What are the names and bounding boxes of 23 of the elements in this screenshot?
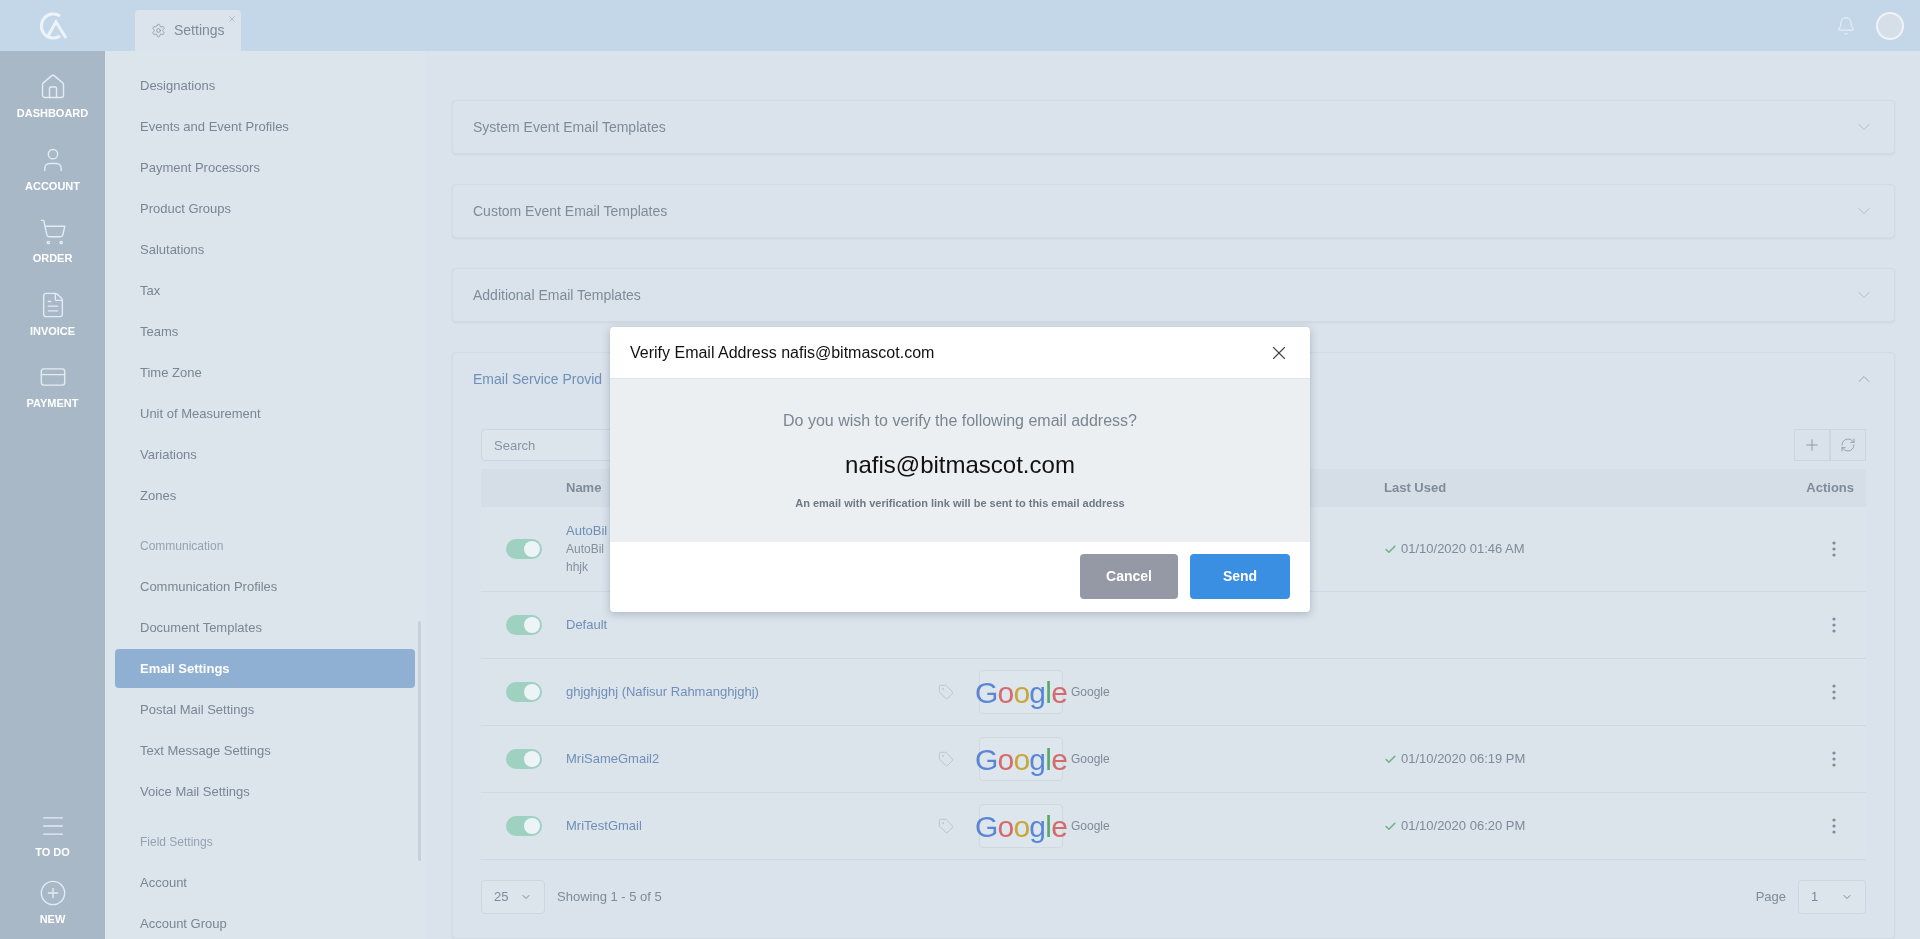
provider-name: Google xyxy=(1071,752,1110,766)
accordion-title: Additional Email Templates xyxy=(473,285,641,305)
accordion-title: Email Service Provid xyxy=(473,369,603,389)
account-detail: hhjk xyxy=(566,559,589,576)
column-header: Name xyxy=(566,479,602,498)
showing-count: Showing 1 - 5 of 5 xyxy=(557,888,662,907)
provider-name: Google xyxy=(1071,819,1110,833)
last-used-date: 01/10/2020 01:46 AM xyxy=(1401,540,1525,559)
page-label: Page xyxy=(1755,888,1786,907)
accordion-title: System Event Email Templates xyxy=(473,117,666,137)
account-detail: AutoBil xyxy=(566,541,606,558)
dialog-question: Do you wish to verify the following email address? xyxy=(783,411,1137,432)
email-address: nafis@bitmascot.com xyxy=(845,450,1075,481)
column-header: Last Used xyxy=(1383,479,1447,498)
dialog-note: An email with verification link will be sent to this email address xyxy=(795,496,1125,512)
provider-name: Google xyxy=(1071,685,1110,699)
column-header: Actions xyxy=(1806,479,1855,498)
accordion-title: Custom Event Email Templates xyxy=(473,201,668,221)
last-used-date: 01/10/2020 06:20 PM xyxy=(1401,817,1526,836)
section-heading: Communication xyxy=(139,537,225,555)
section-heading: Field Settings xyxy=(139,833,214,851)
last-used-date: 01/10/2020 06:19 PM xyxy=(1401,750,1526,769)
dialog-title: Verify Email Address nafis@bitmascot.com xyxy=(630,342,935,363)
